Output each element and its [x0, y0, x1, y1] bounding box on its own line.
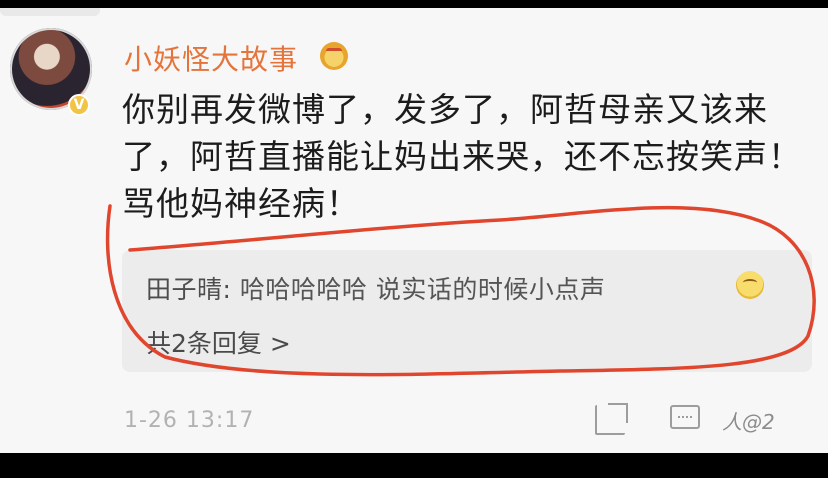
red-annotation-circle: [105, 204, 816, 377]
screenshot-frame: V 小妖怪大故事 你别再发微博了，发多了，阿哲母亲又该来 了，阿哲直播能让妈出来…: [0, 0, 828, 478]
